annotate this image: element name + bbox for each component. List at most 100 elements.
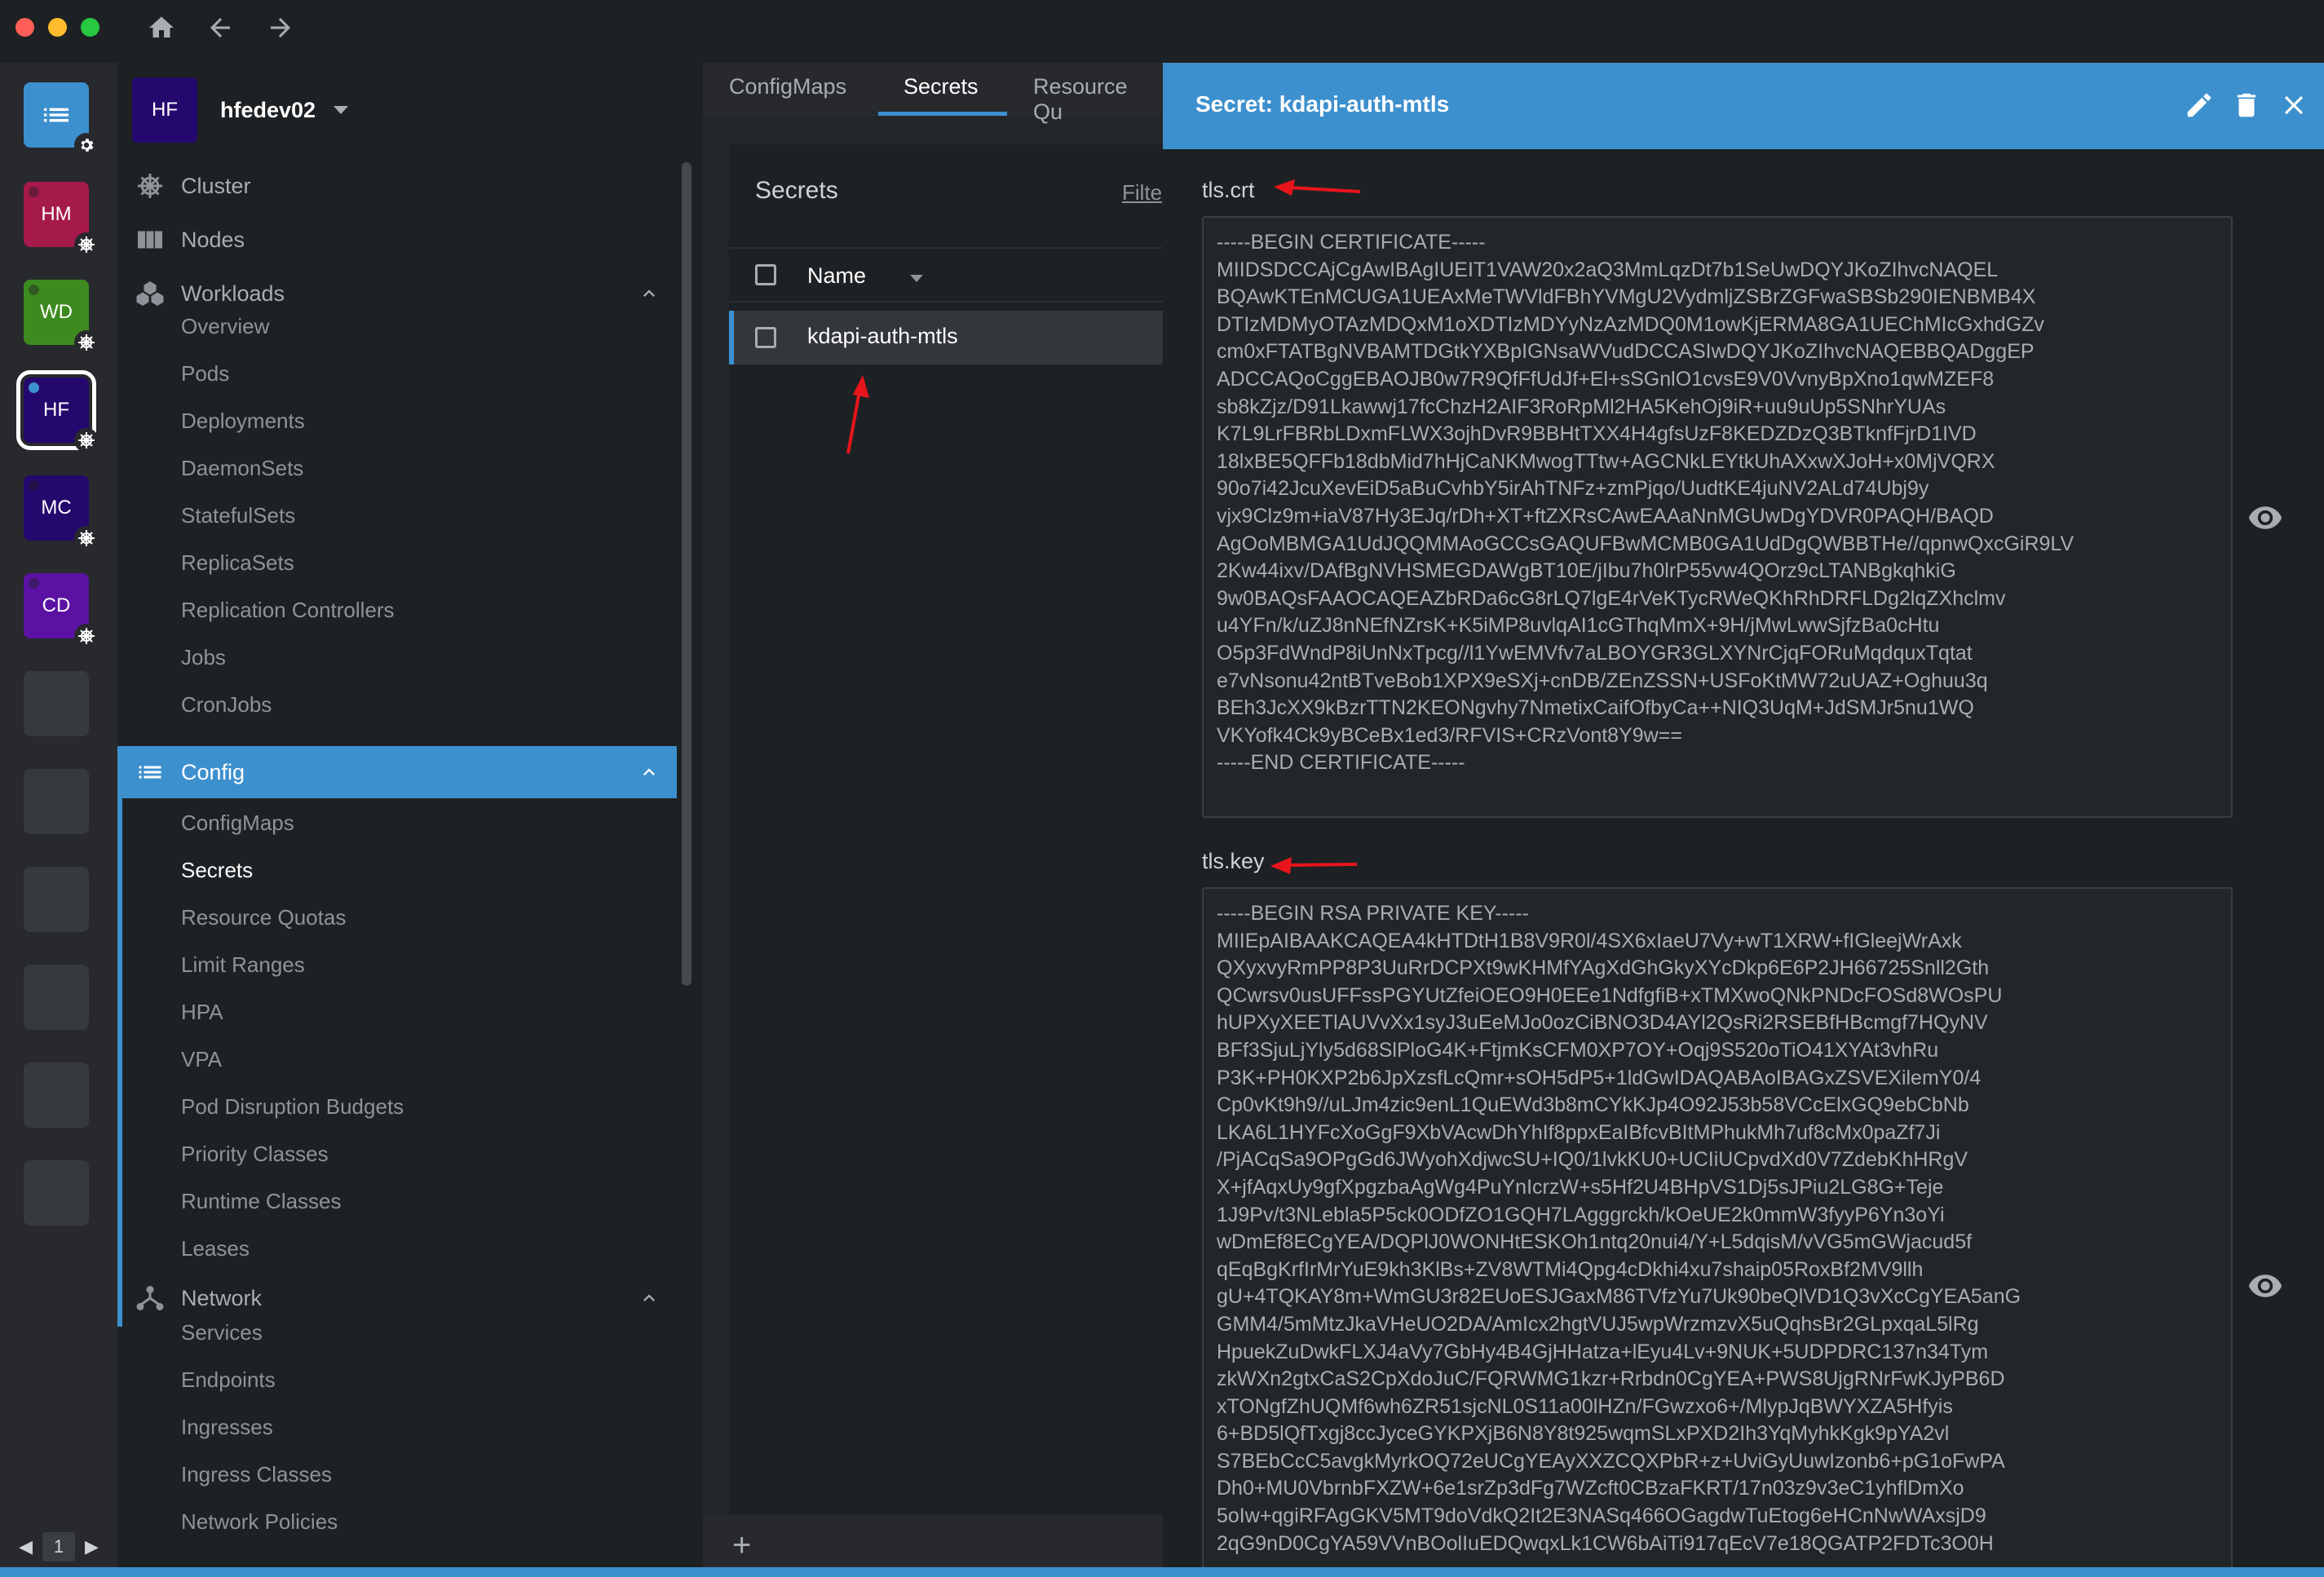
sidebar-item-replicasets[interactable]: ReplicaSets (181, 546, 294, 579)
select-all-checkbox[interactable] (755, 264, 776, 285)
sidebar-item-jobs[interactable]: Jobs (181, 641, 226, 674)
edit-pencil-icon[interactable] (2184, 90, 2215, 121)
sidebar-item-label: Config (181, 759, 245, 784)
chevron-down-icon (334, 106, 349, 114)
catalog-button[interactable] (24, 82, 99, 157)
chevron-up-icon (643, 1294, 655, 1301)
page-number[interactable]: 1 (42, 1532, 75, 1562)
filter-link[interactable]: Filte (1122, 180, 1162, 205)
hotbar-empty-slot[interactable] (24, 671, 89, 736)
sidebar-item-leases[interactable]: Leases (181, 1232, 250, 1265)
sidebar-item-daemonsets[interactable]: DaemonSets (181, 452, 303, 484)
sidebar-scrollbar[interactable] (682, 162, 693, 986)
back-arrow-icon[interactable] (205, 13, 235, 42)
sidebar-item-secrets[interactable]: Secrets (181, 854, 253, 886)
cluster-initials: HF (43, 399, 69, 421)
hotbar-cluster-wd[interactable]: WD (24, 280, 99, 355)
sidebar-item-configmaps[interactable]: ConfigMaps (181, 806, 294, 839)
hotbar-empty-slot[interactable] (24, 769, 89, 834)
column-header-name[interactable]: Name (807, 263, 866, 289)
annotation-arrow-icon (1274, 179, 1361, 196)
cubes-icon (136, 281, 164, 306)
tab-configmaps[interactable]: ConfigMaps (729, 74, 846, 99)
sidebar-item-hpa[interactable]: HPA (181, 996, 223, 1028)
sidebar-item-services[interactable]: Services (181, 1316, 263, 1349)
cluster-switcher[interactable]: HF hfedev02 (132, 77, 349, 143)
annotation-arrow-icon (1270, 857, 1358, 874)
sidebar-item-overview[interactable]: Overview (181, 310, 269, 342)
sidebar-item-label: Workloads (181, 281, 285, 306)
panel-title: Secrets (755, 177, 838, 204)
tls-key-text: -----BEGIN RSA PRIVATE KEY----- MIIEpAIB… (1217, 902, 2021, 1555)
secret-name[interactable]: kdapi-auth-mtls (807, 324, 958, 349)
sort-caret-icon (910, 275, 923, 282)
tab-secrets[interactable]: Secrets (904, 74, 979, 99)
trash-icon[interactable] (2231, 90, 2262, 121)
table-row[interactable]: kdapi-auth-mtls (729, 311, 1163, 364)
chevron-up-icon (643, 768, 655, 775)
close-window-button[interactable] (15, 18, 34, 37)
sidebar-item-cronjobs[interactable]: CronJobs (181, 688, 272, 721)
sidebar-item-pods[interactable]: Pods (181, 357, 229, 390)
sidebar-item-runtime-classes[interactable]: Runtime Classes (181, 1185, 342, 1217)
network-icon (136, 1286, 164, 1310)
helm-wheel-icon (78, 334, 95, 351)
tls-key-label: tls.key (1202, 849, 1265, 873)
sidebar-item-nodes[interactable]: Nodes (117, 216, 677, 263)
maximize-window-button[interactable] (81, 18, 99, 37)
forward-arrow-icon[interactable] (266, 13, 295, 42)
sidebar-item-cluster[interactable]: Cluster (117, 162, 677, 210)
tab-bar: ConfigMaps Secrets Resource Qu (703, 63, 1163, 124)
sidebar-item-replication-controllers[interactable]: Replication Controllers (181, 594, 395, 626)
hotbar-empty-slot[interactable] (24, 1160, 89, 1226)
helm-wheel-icon (78, 432, 95, 448)
sidebar-item-config[interactable]: Config (117, 746, 677, 798)
home-icon[interactable] (147, 13, 176, 42)
sidebar-item-priority-classes[interactable]: Priority Classes (181, 1137, 329, 1170)
sidebar-item-label: Network (181, 1285, 263, 1310)
hotbar-cluster-mc[interactable]: MC (24, 475, 99, 550)
row-checkbox[interactable] (755, 327, 776, 348)
sidebar-item-resource-quotas[interactable]: Resource Quotas (181, 901, 346, 934)
sidebar-item-ingress-classes[interactable]: Ingress Classes (181, 1458, 332, 1491)
tls-crt-label: tls.crt (1202, 178, 1255, 202)
eye-icon[interactable] (2247, 1268, 2283, 1304)
hotbar-empty-slot[interactable] (24, 965, 89, 1030)
sidebar-item-ingresses[interactable]: Ingresses (181, 1411, 273, 1443)
helm-wheel-icon (138, 174, 162, 198)
close-icon[interactable] (2278, 90, 2309, 121)
sidebar-item-limit-ranges[interactable]: Limit Ranges (181, 948, 305, 981)
helm-wheel-icon (78, 236, 95, 253)
eye-icon[interactable] (2247, 500, 2283, 536)
hotbar-cluster-hf[interactable]: HF (16, 370, 99, 453)
hotbar-empty-slot[interactable] (24, 1062, 89, 1128)
status-dot (29, 187, 39, 197)
cluster-initials: MC (41, 497, 72, 519)
tab-resource-quotas[interactable]: Resource Qu (1033, 74, 1163, 125)
tls-crt-value[interactable]: -----BEGIN CERTIFICATE----- MIIDSDCCAjCg… (1202, 216, 2233, 818)
scrollbar-thumb[interactable] (682, 162, 691, 986)
next-page-icon[interactable]: ▶ (85, 1536, 99, 1557)
sidebar-item-statefulsets[interactable]: StatefulSets (181, 499, 295, 532)
helm-wheel-icon (78, 628, 95, 644)
sidebar-item-vpa[interactable]: VPA (181, 1043, 222, 1076)
sidebar-item-endpoints[interactable]: Endpoints (181, 1363, 276, 1396)
sidebar-item-pod-disruption-budgets[interactable]: Pod Disruption Budgets (181, 1090, 404, 1123)
prev-page-icon[interactable]: ◀ (19, 1536, 33, 1557)
sidebar-item-deployments[interactable]: Deployments (181, 404, 305, 437)
status-dot (29, 285, 39, 295)
server-rack-icon (138, 231, 162, 249)
kubernetes-badge (74, 526, 99, 550)
minimize-window-button[interactable] (48, 18, 67, 37)
tls-key-value[interactable]: -----BEGIN RSA PRIVATE KEY----- MIIEpAIB… (1202, 887, 2233, 1577)
hotbar-cluster-hm[interactable]: HM (24, 182, 99, 257)
drawer-header: Secret: kdapi-auth-mtls (1163, 63, 2324, 149)
list-icon (139, 766, 161, 779)
add-icon[interactable]: + (732, 1529, 751, 1562)
tls-crt-text: -----BEGIN CERTIFICATE----- MIIDSDCCAjCg… (1217, 231, 2074, 775)
annotation-arrow-icon (846, 375, 869, 454)
hotbar-cluster-cd[interactable]: CD (24, 573, 99, 648)
sidebar-item-network-policies[interactable]: Network Policies (181, 1505, 338, 1538)
sidebar-item-network[interactable]: Network (117, 1274, 677, 1322)
hotbar-empty-slot[interactable] (24, 867, 89, 932)
